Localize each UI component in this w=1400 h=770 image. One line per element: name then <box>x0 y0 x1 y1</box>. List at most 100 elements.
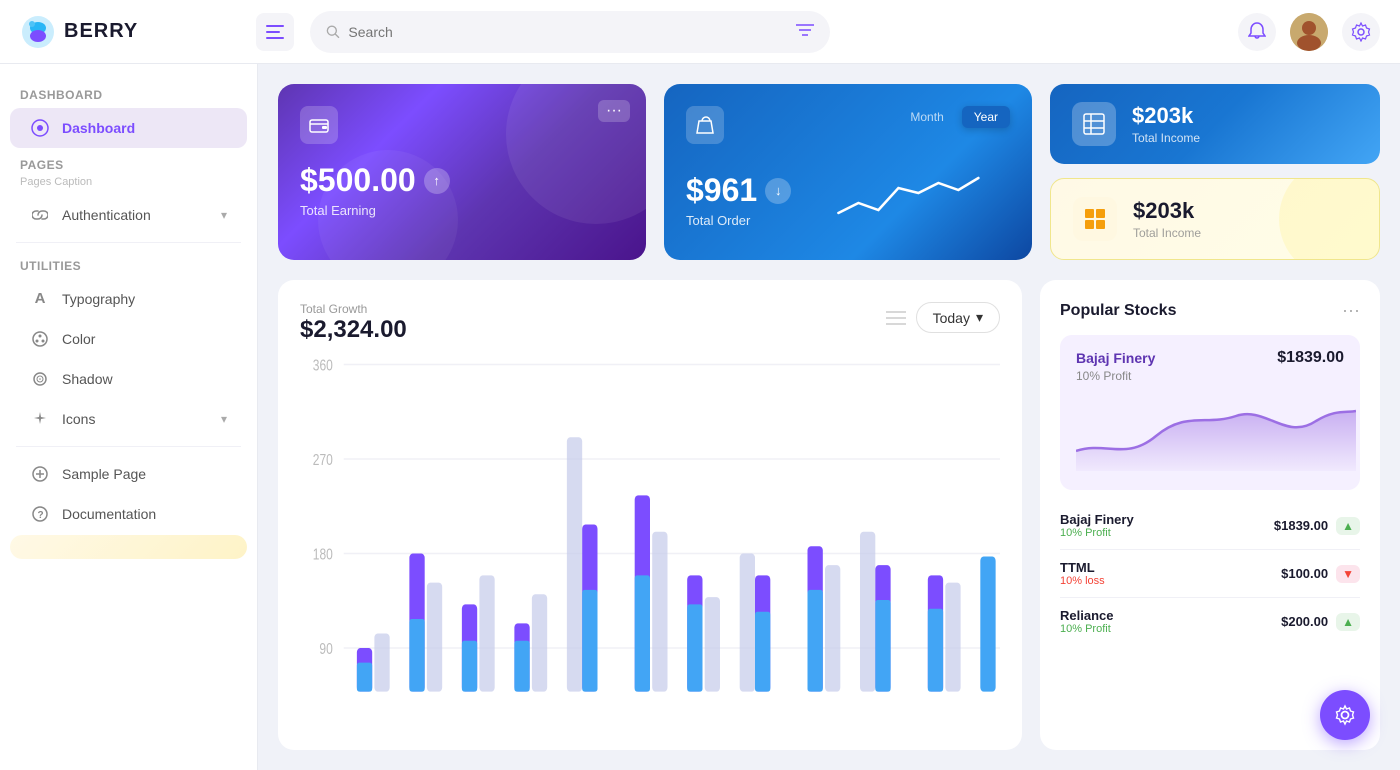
color-icon <box>30 331 50 347</box>
svg-text:270: 270 <box>313 450 333 468</box>
stat-blue-label: Total Income <box>1132 131 1200 145</box>
avatar[interactable] <box>1290 13 1328 51</box>
main-content: ··· $500.00 ↑ Total Earning <box>258 64 1400 770</box>
order-label: Total Order <box>686 213 791 228</box>
authentication-icon <box>30 207 50 223</box>
chart-amount: $2,324.00 <box>300 316 407 344</box>
earning-label: Total Earning <box>300 203 624 218</box>
auth-chevron-icon: ▾ <box>221 208 227 222</box>
today-chevron-icon: ▾ <box>976 309 983 326</box>
order-badge: ↓ <box>765 178 791 204</box>
sidebar-divider-1 <box>16 242 241 243</box>
shopping-bag-icon <box>695 115 715 135</box>
stock-row-ttml: TTML 10% loss $100.00 ▼ <box>1060 550 1360 598</box>
fab-settings-button[interactable] <box>1320 690 1370 740</box>
month-toggle-button[interactable]: Month <box>898 106 955 128</box>
icons-chevron-icon: ▾ <box>221 412 227 426</box>
order-wave-chart <box>807 168 1010 228</box>
sidebar-bottom-widget[interactable] <box>10 535 247 559</box>
stock-ttml-price-group: $100.00 ▼ <box>1281 565 1360 583</box>
order-toggle: Month Year <box>898 106 1010 128</box>
bottom-row: Total Growth $2,324.00 Today ▾ <box>278 280 1380 750</box>
stocks-header: Popular Stocks ··· <box>1060 300 1360 321</box>
sidebar-item-color[interactable]: Color <box>10 320 247 358</box>
stat-card-yellow: $203k Total Income <box>1050 178 1380 260</box>
stocks-more-button[interactable]: ··· <box>1342 300 1360 321</box>
dashboard-circle-icon <box>31 119 49 137</box>
circle-plus-icon <box>32 466 48 482</box>
sidebar-item-dashboard[interactable]: Dashboard <box>10 108 247 148</box>
grid-icon <box>1083 207 1107 231</box>
settings-button[interactable] <box>1342 13 1380 51</box>
svg-text:?: ? <box>38 510 44 521</box>
stat-blue-text: $203k Total Income <box>1132 103 1200 145</box>
earning-card-icon <box>300 106 338 144</box>
sidebar-sample-label: Sample Page <box>62 466 227 482</box>
bell-icon <box>1248 22 1266 42</box>
stocks-title: Popular Stocks <box>1060 302 1176 320</box>
svg-text:90: 90 <box>319 639 332 657</box>
sidebar-icons-label: Icons <box>62 411 209 427</box>
sidebar-section-pages: Pages <box>0 150 257 176</box>
topbar-right <box>1238 13 1380 51</box>
stock-bajaj-info: Bajaj Finery 10% Profit <box>1060 512 1134 539</box>
table-icon <box>1082 112 1106 136</box>
stat-card-blue: $203k Total Income <box>1050 84 1380 164</box>
color-palette-icon <box>32 331 48 347</box>
today-filter-button[interactable]: Today ▾ <box>916 302 1000 333</box>
stock-reliance-info: Reliance 10% Profit <box>1060 608 1113 635</box>
sidebar-item-authentication[interactable]: Authentication ▾ <box>10 196 247 234</box>
right-stats: $203k Total Income $203k <box>1050 84 1380 260</box>
sidebar-auth-label: Authentication <box>62 207 209 223</box>
reliance-up-badge: ▲ <box>1336 613 1360 631</box>
search-bar <box>310 11 830 53</box>
logo-icon <box>20 14 56 50</box>
sparkle-icon <box>32 411 48 427</box>
notification-button[interactable] <box>1238 13 1276 51</box>
user-avatar <box>1290 13 1328 51</box>
sidebar-item-documentation[interactable]: ? Documentation <box>10 495 247 533</box>
featured-stock-sub: 10% Profit <box>1076 369 1344 383</box>
hamburger-button[interactable] <box>256 13 294 51</box>
featured-stock-name: Bajaj Finery <box>1076 350 1155 366</box>
stock-reliance-price-group: $200.00 ▲ <box>1281 613 1360 631</box>
chart-area: 360 270 180 90 <box>300 350 1000 728</box>
earning-more-button[interactable]: ··· <box>598 100 630 122</box>
filter-button[interactable] <box>796 23 814 40</box>
menu-lines-icon <box>886 310 906 326</box>
sidebar-item-typography[interactable]: A Typography <box>10 279 247 318</box>
sidebar-item-shadow[interactable]: Shadow <box>10 360 247 398</box>
year-toggle-button[interactable]: Year <box>962 106 1010 128</box>
stock-featured: Bajaj Finery $1839.00 10% Profit <box>1060 335 1360 490</box>
filter-icon <box>796 23 814 37</box>
pages-caption: Pages Caption <box>0 176 257 194</box>
earning-badge: ↑ <box>424 168 450 194</box>
icons-icon <box>30 411 50 427</box>
stock-row-bajaj: Bajaj Finery 10% Profit $1839.00 ▲ <box>1060 502 1360 550</box>
stock-row-reliance: Reliance 10% Profit $200.00 ▲ <box>1060 598 1360 645</box>
search-icon <box>326 24 340 40</box>
sample-page-icon <box>30 466 50 482</box>
stat-yellow-label: Total Income <box>1133 226 1201 240</box>
sidebar-item-sample-page[interactable]: Sample Page <box>10 455 247 493</box>
stat-yellow-icon <box>1073 197 1117 241</box>
typography-icon: A <box>30 290 50 307</box>
chart-card: Total Growth $2,324.00 Today ▾ <box>278 280 1022 750</box>
sidebar-item-icons[interactable]: Icons ▾ <box>10 400 247 438</box>
wallet-icon <box>309 115 329 135</box>
stat-blue-icon <box>1072 102 1116 146</box>
chart-header: Total Growth $2,324.00 Today ▾ <box>300 302 1000 344</box>
sidebar-shadow-label: Shadow <box>62 371 227 387</box>
featured-stock-price: $1839.00 <box>1277 349 1344 367</box>
bajaj-up-badge: ▲ <box>1336 517 1360 535</box>
order-card-top: Month Year <box>686 106 1010 144</box>
chart-title-group: Total Growth $2,324.00 <box>300 302 407 344</box>
cards-row: ··· $500.00 ↑ Total Earning <box>278 84 1380 260</box>
stock-featured-top: Bajaj Finery $1839.00 <box>1076 349 1344 367</box>
featured-mini-chart <box>1076 391 1356 471</box>
search-input[interactable] <box>348 24 788 40</box>
documentation-icon: ? <box>30 506 50 522</box>
order-amount: $961 ↓ <box>686 172 791 209</box>
bar-chart: 360 270 180 90 <box>300 350 1000 728</box>
menu-icon <box>266 25 284 39</box>
